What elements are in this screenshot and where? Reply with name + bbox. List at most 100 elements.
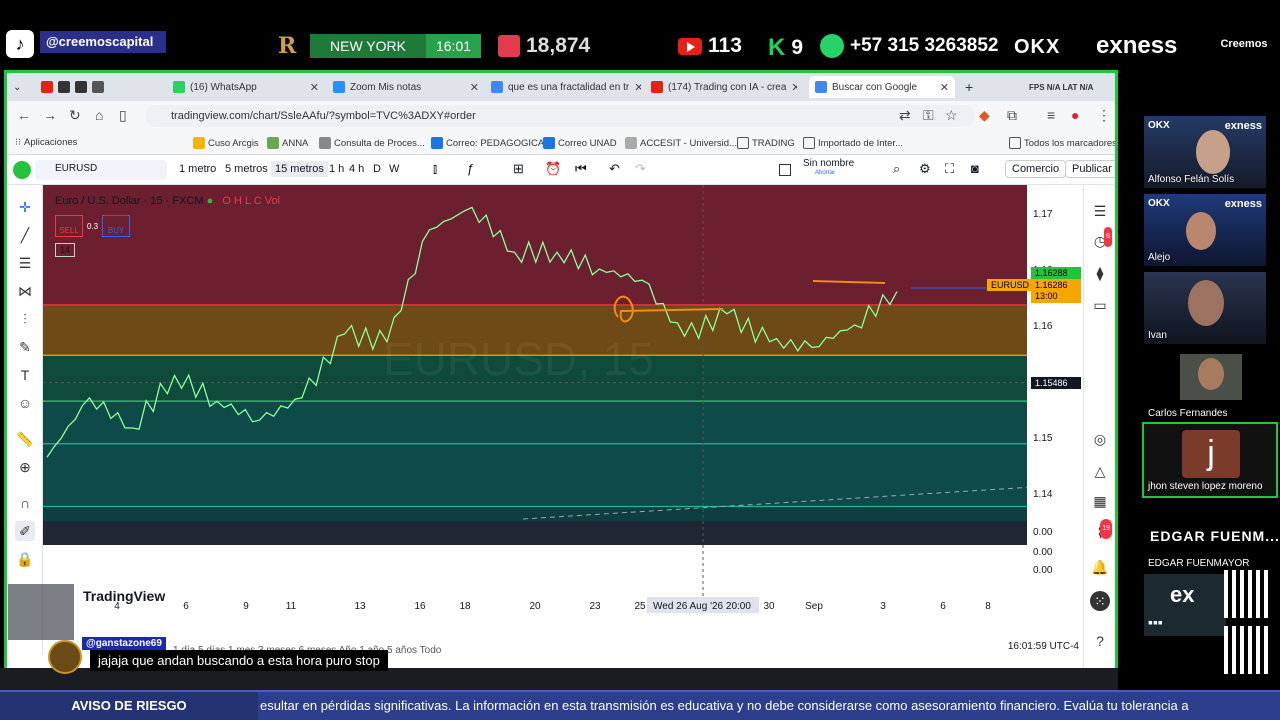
watchlist-icon[interactable]: ☰ <box>1090 201 1110 221</box>
close-tab-icon[interactable]: ✕ <box>310 81 319 94</box>
sidebar-icon[interactable]: ▯ <box>119 107 127 124</box>
tab-zoom[interactable]: Zoom Mis notas ✕ <box>333 76 479 98</box>
profile-avatar[interactable]: ● <box>1071 107 1079 123</box>
target-icon[interactable]: ◎ <box>1090 429 1110 449</box>
replay-icon[interactable]: ⏮ <box>575 161 587 177</box>
timeframe-5m[interactable]: 5 metros <box>225 163 268 175</box>
bell-icon[interactable]: 🔔 <box>1090 557 1110 577</box>
bookmark-consulta[interactable]: Consulta de Proces... <box>319 137 425 149</box>
indicators-icon[interactable]: ƒ <box>467 161 474 176</box>
quantity-field[interactable]: 14 <box>55 243 76 257</box>
tab-list-button[interactable]: ⌄ <box>13 76 33 98</box>
zoom-icon[interactable]: ⊕ <box>15 457 35 477</box>
trendline-icon[interactable]: ╱ <box>15 225 35 245</box>
bookmark-anna[interactable]: ANNA <box>267 137 308 149</box>
new-tab-button[interactable]: + <box>965 76 979 98</box>
timeframe-1h[interactable]: 1 h <box>329 163 344 175</box>
bookmark-accesit[interactable]: ACCESIT - Universid... <box>625 137 737 149</box>
layout-checkbox[interactable] <box>779 164 791 176</box>
timeframe-d[interactable]: D <box>373 163 381 175</box>
star-icon[interactable]: ☆ <box>945 107 958 124</box>
timeframe-1m[interactable]: 1 metro <box>179 163 216 175</box>
signal-icon[interactable]: ⌇19 <box>1090 519 1112 543</box>
menu-icon[interactable]: ⋮ <box>1097 107 1111 124</box>
reload-icon[interactable]: ↻ <box>69 107 81 124</box>
tv-account-avatar[interactable] <box>13 161 31 179</box>
undo-icon[interactable]: ↶ <box>609 161 620 177</box>
apps-grid-icon[interactable]: ⁙ <box>1090 591 1110 611</box>
symbol-search[interactable]: EURUSD <box>35 160 167 180</box>
search-icon[interactable]: ⌕ <box>893 161 900 177</box>
magnet-icon[interactable]: ∩ <box>15 493 35 513</box>
participant-tile[interactable]: Carlos Fernandes <box>1144 350 1266 422</box>
url-text: tradingview.com/chart/SsleAAfu/?symbol=T… <box>171 110 476 122</box>
close-tab-icon[interactable]: ✕ <box>791 81 797 94</box>
bookmark-correo-pedagogica[interactable]: Correo: PEDAGOGICA <box>431 137 544 149</box>
emoji-icon[interactable]: ☺ <box>15 393 35 413</box>
timeframe-4h[interactable]: 4 h <box>349 163 364 175</box>
key-icon[interactable]: ⚿ <box>923 107 934 124</box>
text-icon[interactable]: T <box>15 365 35 385</box>
keep-drawing-icon[interactable]: ✐ <box>15 521 35 541</box>
participant-tile[interactable]: OKX exness Alejo <box>1144 194 1266 266</box>
timeframe-15m[interactable]: 15 metros <box>271 161 328 177</box>
price-chart[interactable]: EURUSD, 151.170001.165001.160001.150001.… <box>43 185 1053 639</box>
participant-tile-active[interactable]: j jhon steven lopez moreno <box>1142 422 1278 498</box>
crosshair-icon[interactable]: ✛ <box>15 197 35 217</box>
participant-tile[interactable]: OKX exness Alfonso Felán Solís <box>1144 116 1266 188</box>
templates-icon[interactable]: ⊞ <box>513 161 524 177</box>
help-icon[interactable]: ? <box>1090 631 1110 651</box>
lock-icon[interactable]: 🔒 <box>15 549 35 569</box>
close-tab-icon[interactable]: ✕ <box>940 81 949 94</box>
puzzle-icon[interactable]: ⧉ <box>1007 107 1017 124</box>
settings-icon[interactable]: ⚙ <box>919 161 931 177</box>
date-tick-label: Sep <box>805 601 823 612</box>
bookmark-trading[interactable]: TRADING <box>737 137 795 149</box>
extension-icon[interactable]: ◆ <box>979 107 990 124</box>
participant-tile[interactable]: Ivan <box>1144 272 1266 344</box>
camera-icon[interactable]: ◙ <box>971 161 979 176</box>
chat-icon[interactable]: ▭ <box>1090 295 1110 315</box>
tab-google-search[interactable]: que es una fractalidad en tr ✕ <box>491 76 641 98</box>
tab-google-active[interactable]: Buscar con Google ✕ <box>809 76 955 98</box>
bookmark-apps[interactable]: ⁝⁝ Aplicaciones <box>15 137 77 148</box>
bookmark-correo-unad[interactable]: Correo UNAD <box>543 137 617 149</box>
bookmark-importado[interactable]: Importado de Inter... <box>803 137 903 149</box>
timeframe-w[interactable]: W <box>389 163 399 175</box>
sell-button[interactable]: SELL <box>55 215 83 237</box>
ruler-icon[interactable]: 📏 <box>15 429 35 449</box>
close-tab-icon[interactable]: ✕ <box>470 81 479 94</box>
media-icon[interactable]: ≡ <box>1047 107 1055 123</box>
chart-type-icon[interactable]: ⫾ <box>433 161 437 177</box>
bookmark-label: Correo UNAD <box>558 137 617 149</box>
forward-icon[interactable]: → <box>43 107 57 123</box>
back-icon[interactable]: ← <box>17 107 31 123</box>
pattern-icon[interactable]: ⋈ <box>15 281 35 301</box>
close-tab-icon[interactable]: ✕ <box>634 81 641 94</box>
layers-icon[interactable]: ⧫ <box>1090 263 1110 283</box>
all-bookmarks[interactable]: Todos los marcadores <box>1009 137 1115 149</box>
bookmark-arcgis[interactable]: Cuso Arcgis <box>193 137 259 149</box>
buy-button[interactable]: BUY <box>102 215 131 237</box>
layout-save-label[interactable]: Ahorrar <box>815 170 835 176</box>
calendar-icon[interactable]: ▦ <box>1090 491 1110 511</box>
alerts-icon[interactable]: ◷ 6 <box>1090 227 1112 251</box>
forecast-icon[interactable]: ⫶ <box>15 309 35 329</box>
fullscreen-icon[interactable]: ⛶ <box>945 161 954 177</box>
translate-icon[interactable]: ⇄ <box>899 107 911 124</box>
redo-icon[interactable]: ↷ <box>635 161 646 177</box>
trade-button[interactable]: Comercio <box>1005 160 1067 178</box>
tab-whatsapp[interactable]: (16) WhatsApp ✕ <box>173 76 319 98</box>
brush-icon[interactable]: ✎ <box>15 337 35 357</box>
tab-youtube[interactable]: (174) Trading con IA - crea ✕ <box>651 76 797 98</box>
participant-okx-logo: OKX <box>1148 198 1170 209</box>
alert-icon[interactable]: ⏰ <box>545 161 561 177</box>
address-bar[interactable]: tradingview.com/chart/SsleAAfu/?symbol=T… <box>145 105 975 127</box>
pinned-tab-icon <box>41 81 53 93</box>
pinned-tabs[interactable] <box>41 76 161 98</box>
layout-name[interactable]: Sin nombre <box>803 158 854 169</box>
fib-icon[interactable]: ☰ <box>15 253 35 273</box>
home-icon[interactable]: ⌂ <box>95 107 103 123</box>
ideas-icon[interactable]: △ <box>1090 461 1110 481</box>
publish-button[interactable]: Publicar <box>1065 160 1115 178</box>
